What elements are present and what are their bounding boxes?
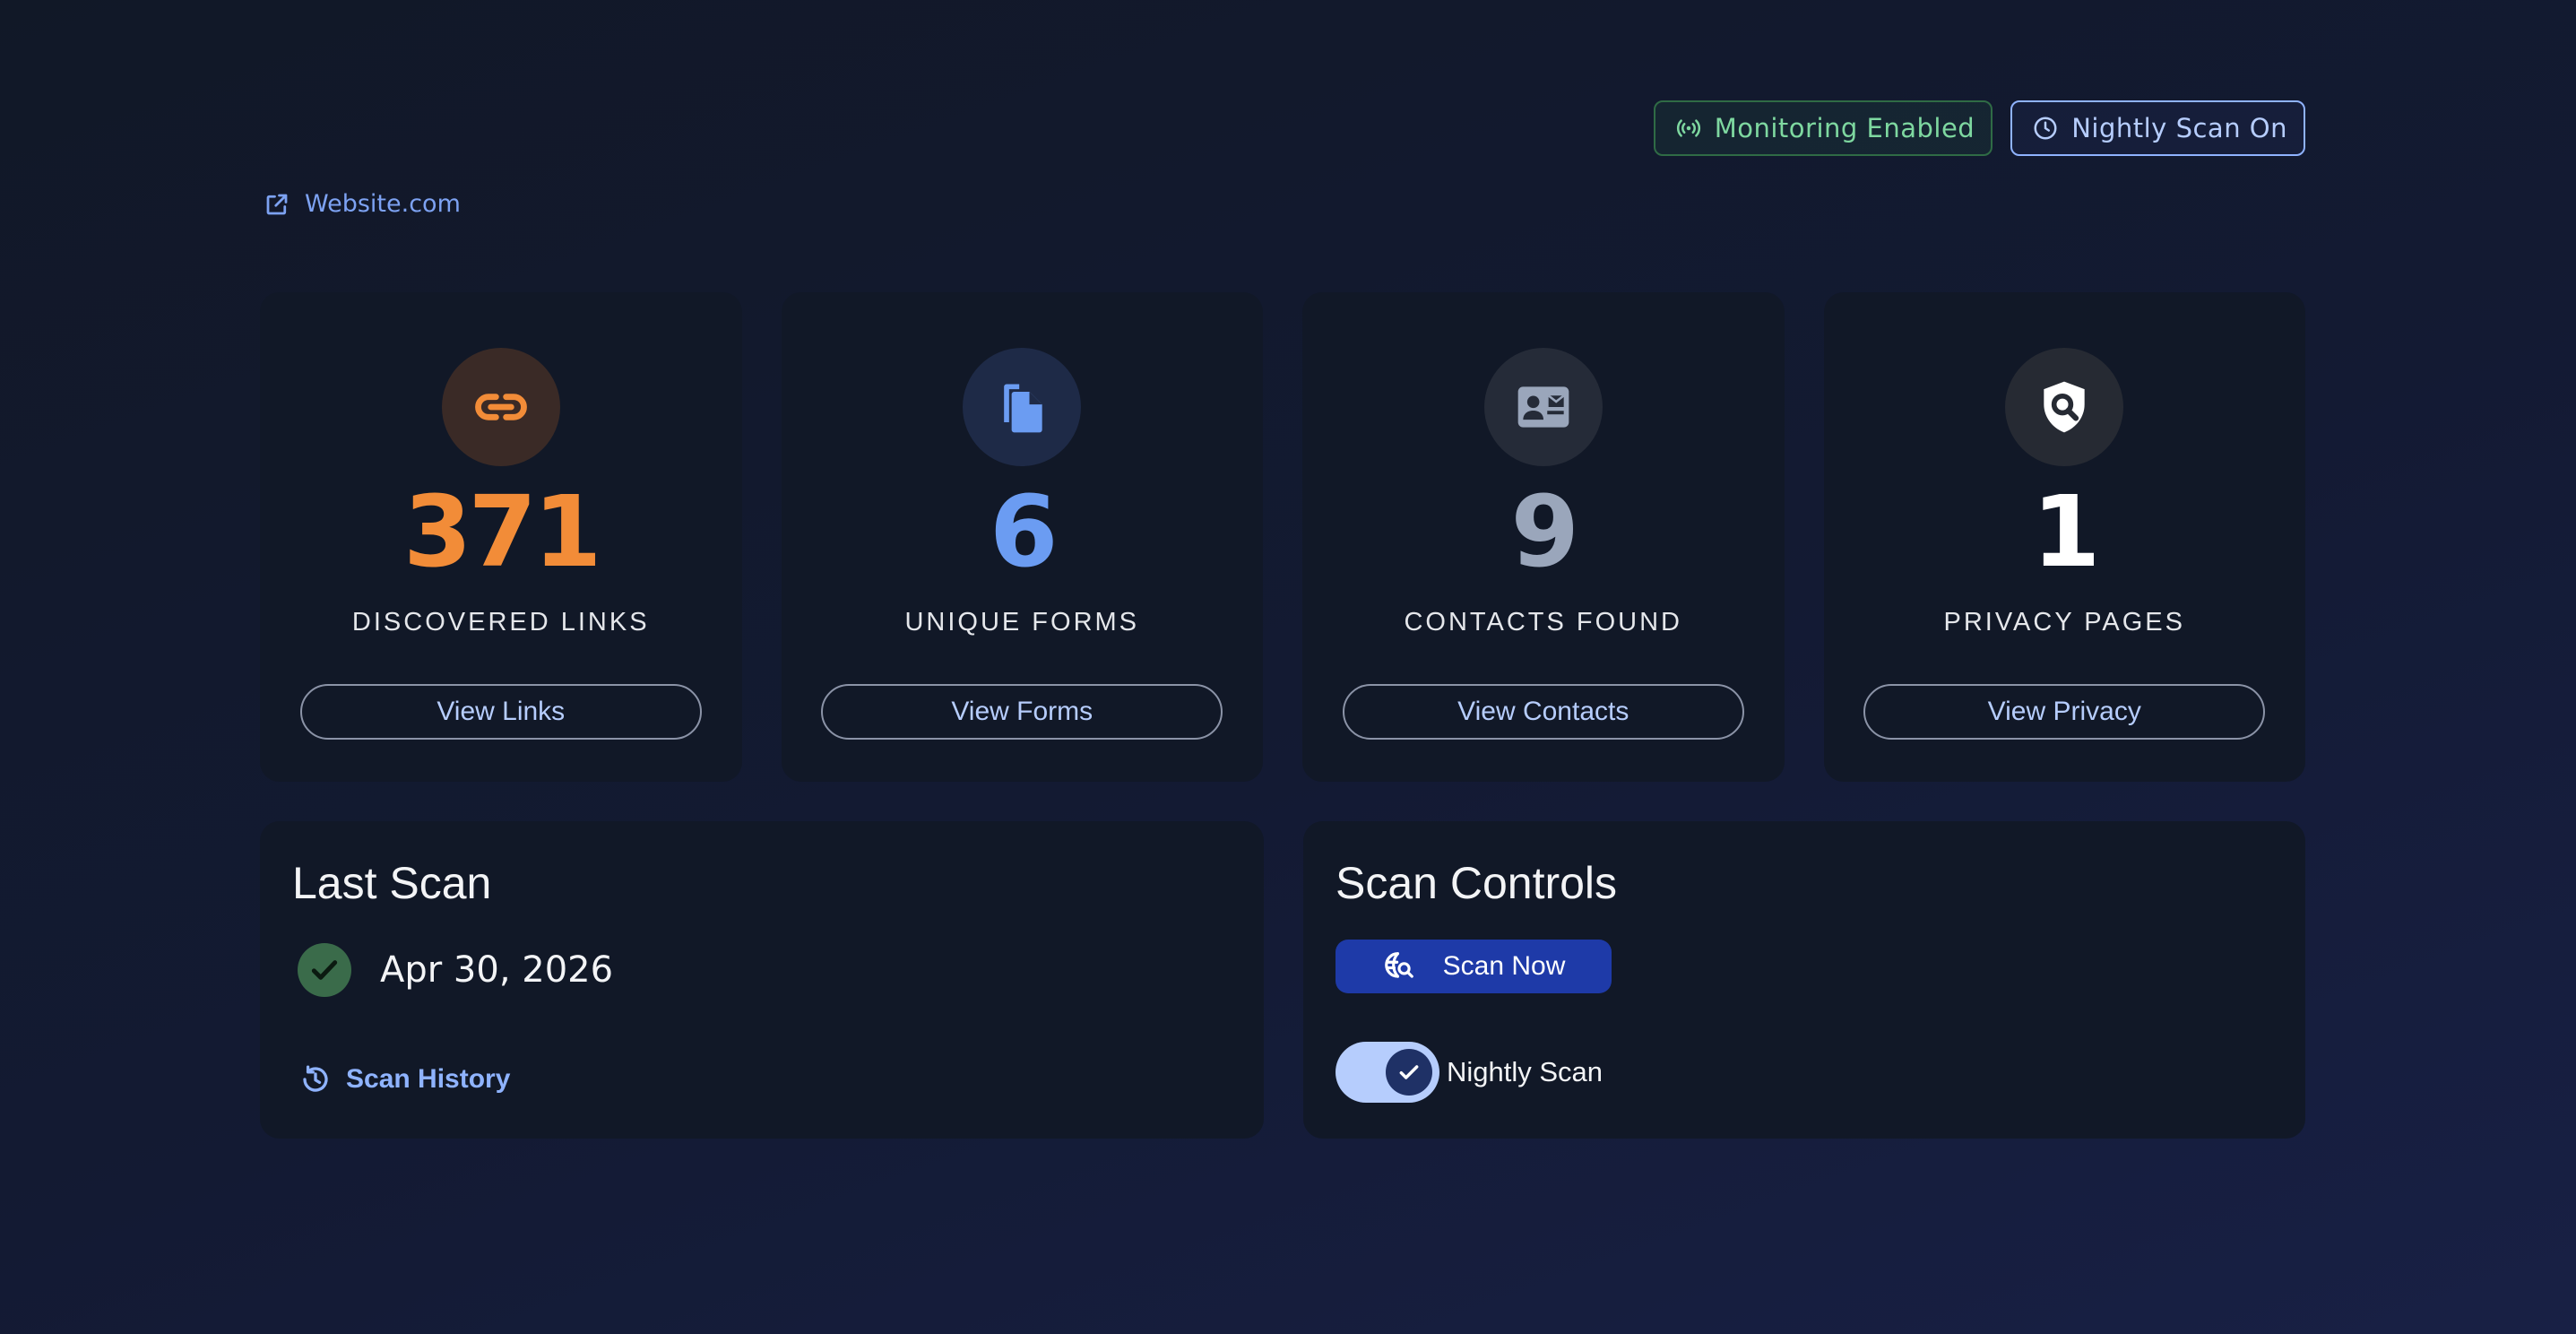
history-icon (303, 1065, 328, 1092)
metric-label: CONTACTS FOUND (1404, 608, 1682, 637)
check-icon (311, 960, 338, 980)
toggle-knob (1386, 1049, 1432, 1096)
metric-value: 9 (1510, 474, 1579, 589)
scan-success-badge (298, 943, 351, 997)
last-scan-date: Apr 30, 2026 (380, 949, 614, 991)
view-links-button[interactable]: View Links (299, 684, 702, 740)
metric-value: 6 (989, 474, 1059, 589)
scan-controls-title: Scan Controls (1336, 858, 1618, 908)
website-link[interactable]: Website.com (264, 190, 461, 218)
shield-search-icon (2044, 381, 2085, 433)
scan-controls-panel: Scan Controls Scan Now Nightly Scan (1303, 821, 2305, 1139)
external-link-icon (266, 194, 288, 214)
forms-icon-circle (963, 348, 1082, 466)
nightly-scan-row: Nightly Scan (1336, 1042, 1603, 1103)
scan-history-label: Scan History (346, 1064, 511, 1094)
privacy-icon-circle (2005, 348, 2124, 466)
metric-card-contacts: 9 CONTACTS FOUND View Contacts (1302, 292, 1785, 782)
scan-now-button[interactable]: Scan Now (1336, 940, 1612, 993)
link-icon (474, 394, 527, 420)
monitoring-badge: Monitoring Enabled (1653, 100, 1993, 156)
metric-card-privacy: 1 PRIVACY PAGES View Privacy (1823, 292, 2305, 782)
contact-card-icon (1517, 386, 1569, 428)
metric-value: 1 (2031, 474, 2101, 589)
metric-label: PRIVACY PAGES (1943, 608, 2185, 637)
clock-icon (2034, 117, 2057, 140)
nightly-scan-toggle[interactable] (1336, 1042, 1439, 1103)
last-scan-date-row: Apr 30, 2026 (298, 943, 613, 997)
documents-icon (1004, 384, 1042, 433)
nightly-scan-badge-label: Nightly Scan On (2071, 113, 2287, 143)
view-contacts-button[interactable]: View Contacts (1342, 684, 1744, 740)
status-badges: Monitoring Enabled Nightly Scan On (1653, 100, 2305, 156)
metric-label: UNIQUE FORMS (904, 608, 1140, 637)
broadcast-icon (1676, 119, 1700, 137)
metric-label: DISCOVERED LINKS (351, 608, 650, 637)
scan-history-link[interactable]: Scan History (299, 1063, 510, 1096)
view-forms-button[interactable]: View Forms (821, 684, 1223, 740)
nightly-scan-badge: Nightly Scan On (2010, 100, 2305, 156)
metric-card-links: 371 DISCOVERED LINKS View Links (260, 292, 742, 782)
metric-card-forms: 6 UNIQUE FORMS View Forms (781, 292, 1263, 782)
links-icon-circle (441, 348, 560, 466)
globe-search-icon (1384, 952, 1413, 978)
check-icon (1399, 1065, 1419, 1079)
monitoring-badge-label: Monitoring Enabled (1714, 113, 1975, 143)
contacts-icon-circle (1483, 348, 1603, 466)
last-scan-title: Last Scan (292, 858, 492, 908)
metric-value: 371 (402, 474, 602, 589)
last-scan-panel: Last Scan Apr 30, 2026 Scan History (260, 821, 1264, 1139)
metric-cards: 371 DISCOVERED LINKS View Links 6 UNIQUE… (260, 292, 2305, 782)
nightly-scan-label: Nightly Scan (1447, 1056, 1604, 1087)
view-privacy-button[interactable]: View Privacy (1863, 684, 2266, 740)
scan-now-label: Scan Now (1442, 951, 1566, 981)
website-link-label: Website.com (305, 190, 461, 218)
